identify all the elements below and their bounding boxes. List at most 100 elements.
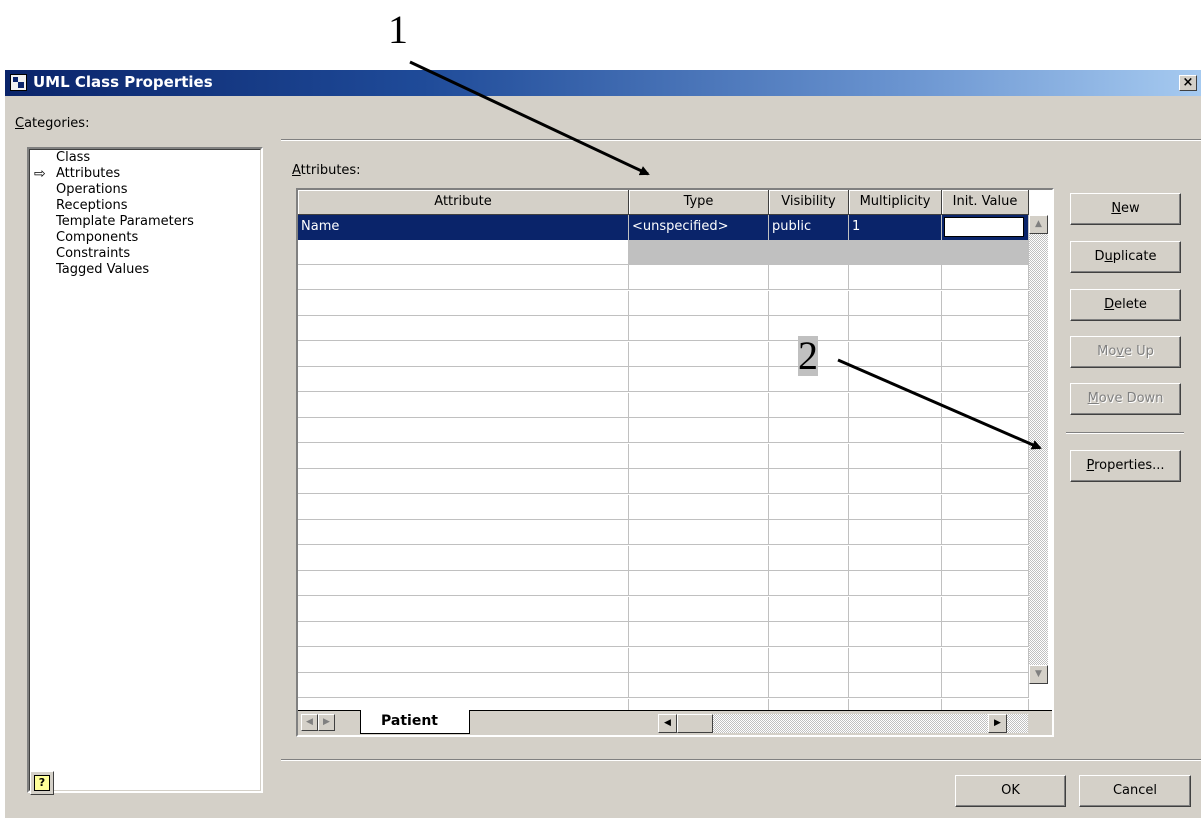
table-row[interactable]: Name <unspecified> public 1 xyxy=(298,215,1029,240)
empty-cell[interactable] xyxy=(769,392,849,418)
empty-grid-row[interactable] xyxy=(298,392,1029,418)
empty-cell[interactable] xyxy=(629,418,769,443)
empty-cell[interactable] xyxy=(298,265,629,290)
empty-cell[interactable] xyxy=(942,265,1029,290)
empty-cell[interactable] xyxy=(942,341,1029,367)
empty-cell[interactable] xyxy=(849,545,942,571)
attributes-grid[interactable]: Attribute Type Visibility Multiplicity I… xyxy=(296,188,1054,737)
close-button[interactable]: × xyxy=(1179,75,1197,91)
empty-grid-row[interactable] xyxy=(298,469,1029,494)
empty-grid-row[interactable] xyxy=(298,647,1029,673)
empty-cell[interactable] xyxy=(849,596,942,622)
empty-cell[interactable] xyxy=(769,290,849,316)
empty-cell[interactable] xyxy=(849,443,942,469)
empty-cell[interactable] xyxy=(298,316,629,341)
delete-button[interactable]: Delete xyxy=(1070,289,1181,321)
column-header-attribute[interactable]: Attribute xyxy=(298,190,629,215)
category-item-operations[interactable]: Operations xyxy=(56,182,127,198)
empty-cell[interactable] xyxy=(769,494,849,520)
scroll-down-button[interactable]: ▼ xyxy=(1029,665,1048,684)
empty-cell[interactable] xyxy=(629,596,769,622)
empty-cell[interactable] xyxy=(849,647,942,673)
empty-cell[interactable] xyxy=(849,392,942,418)
empty-cell[interactable] xyxy=(769,622,849,647)
empty-cell[interactable] xyxy=(942,443,1029,469)
empty-grid-row[interactable] xyxy=(298,290,1029,316)
scroll-left-button[interactable]: ◀ xyxy=(658,714,677,733)
empty-cell[interactable] xyxy=(629,290,769,316)
move-down-button[interactable]: Move Down xyxy=(1070,383,1181,415)
empty-cell[interactable] xyxy=(298,494,629,520)
empty-grid-row[interactable] xyxy=(298,596,1029,622)
empty-cell[interactable] xyxy=(849,265,942,290)
empty-cell[interactable] xyxy=(629,647,769,673)
category-item-class[interactable]: Class xyxy=(56,150,90,166)
empty-cell[interactable] xyxy=(629,443,769,469)
empty-cell[interactable] xyxy=(769,596,849,622)
empty-cell[interactable] xyxy=(849,367,942,392)
move-up-button[interactable]: Move Up xyxy=(1070,336,1181,368)
empty-grid-row[interactable] xyxy=(298,418,1029,443)
empty-cell[interactable] xyxy=(298,520,629,545)
empty-cell[interactable] xyxy=(942,392,1029,418)
empty-cell[interactable] xyxy=(298,469,629,494)
empty-cell[interactable] xyxy=(769,673,849,698)
empty-cell[interactable] xyxy=(849,341,942,367)
empty-cell[interactable] xyxy=(298,545,629,571)
empty-grid-row[interactable] xyxy=(298,545,1029,571)
empty-cell[interactable] xyxy=(942,418,1029,443)
tab-scroll-right-button[interactable]: ▶ xyxy=(318,714,335,731)
empty-cell[interactable] xyxy=(298,367,629,392)
empty-cell[interactable] xyxy=(298,647,629,673)
empty-grid-row[interactable] xyxy=(298,571,1029,596)
empty-cell[interactable] xyxy=(298,443,629,469)
empty-cell[interactable] xyxy=(942,673,1029,698)
empty-cell[interactable] xyxy=(769,469,849,494)
empty-cell[interactable] xyxy=(629,367,769,392)
empty-grid-row[interactable] xyxy=(298,443,1029,469)
empty-cell[interactable] xyxy=(769,265,849,290)
empty-grid-row[interactable] xyxy=(298,341,1029,367)
duplicate-button[interactable]: Duplicate xyxy=(1070,241,1181,273)
new-row-attribute-cell[interactable] xyxy=(298,240,629,265)
sheet-tab-patient[interactable]: Patient xyxy=(360,710,470,734)
empty-cell[interactable] xyxy=(298,392,629,418)
empty-cell[interactable] xyxy=(849,316,942,341)
empty-cell[interactable] xyxy=(629,571,769,596)
empty-cell[interactable] xyxy=(942,647,1029,673)
empty-cell[interactable] xyxy=(769,647,849,673)
cell-type[interactable]: <unspecified> xyxy=(629,215,769,240)
empty-grid-row[interactable] xyxy=(298,265,1029,290)
empty-cell[interactable] xyxy=(849,571,942,596)
empty-cell[interactable] xyxy=(629,392,769,418)
empty-cell[interactable] xyxy=(769,443,849,469)
category-item-template-parameters[interactable]: Template Parameters xyxy=(56,214,194,230)
empty-cell[interactable] xyxy=(298,596,629,622)
cell-attribute[interactable]: Name xyxy=(298,215,629,240)
empty-cell[interactable] xyxy=(298,673,629,698)
empty-cell[interactable] xyxy=(629,520,769,545)
empty-cell[interactable] xyxy=(849,469,942,494)
help-button[interactable]: ? xyxy=(30,771,54,795)
empty-cell[interactable] xyxy=(942,316,1029,341)
empty-cell[interactable] xyxy=(769,520,849,545)
properties-button[interactable]: Properties... xyxy=(1070,450,1181,482)
category-item-tagged-values[interactable]: Tagged Values xyxy=(56,262,149,278)
empty-cell[interactable] xyxy=(629,469,769,494)
tab-scroll-left-button[interactable]: ◀ xyxy=(301,714,318,731)
empty-cell[interactable] xyxy=(942,290,1029,316)
empty-cell[interactable] xyxy=(769,571,849,596)
empty-cell[interactable] xyxy=(298,418,629,443)
empty-grid-row[interactable] xyxy=(298,367,1029,392)
column-header-type[interactable]: Type xyxy=(629,190,769,215)
ok-button[interactable]: OK xyxy=(955,775,1066,807)
empty-grid-row[interactable] xyxy=(298,494,1029,520)
empty-cell[interactable] xyxy=(942,622,1029,647)
column-header-multiplicity[interactable]: Multiplicity xyxy=(849,190,942,215)
empty-cell[interactable] xyxy=(629,545,769,571)
vertical-scrollbar[interactable]: ▲ ▼ xyxy=(1029,215,1048,684)
empty-grid-row[interactable] xyxy=(298,622,1029,647)
empty-cell[interactable] xyxy=(942,520,1029,545)
empty-cell[interactable] xyxy=(849,494,942,520)
empty-grid-row[interactable] xyxy=(298,316,1029,341)
